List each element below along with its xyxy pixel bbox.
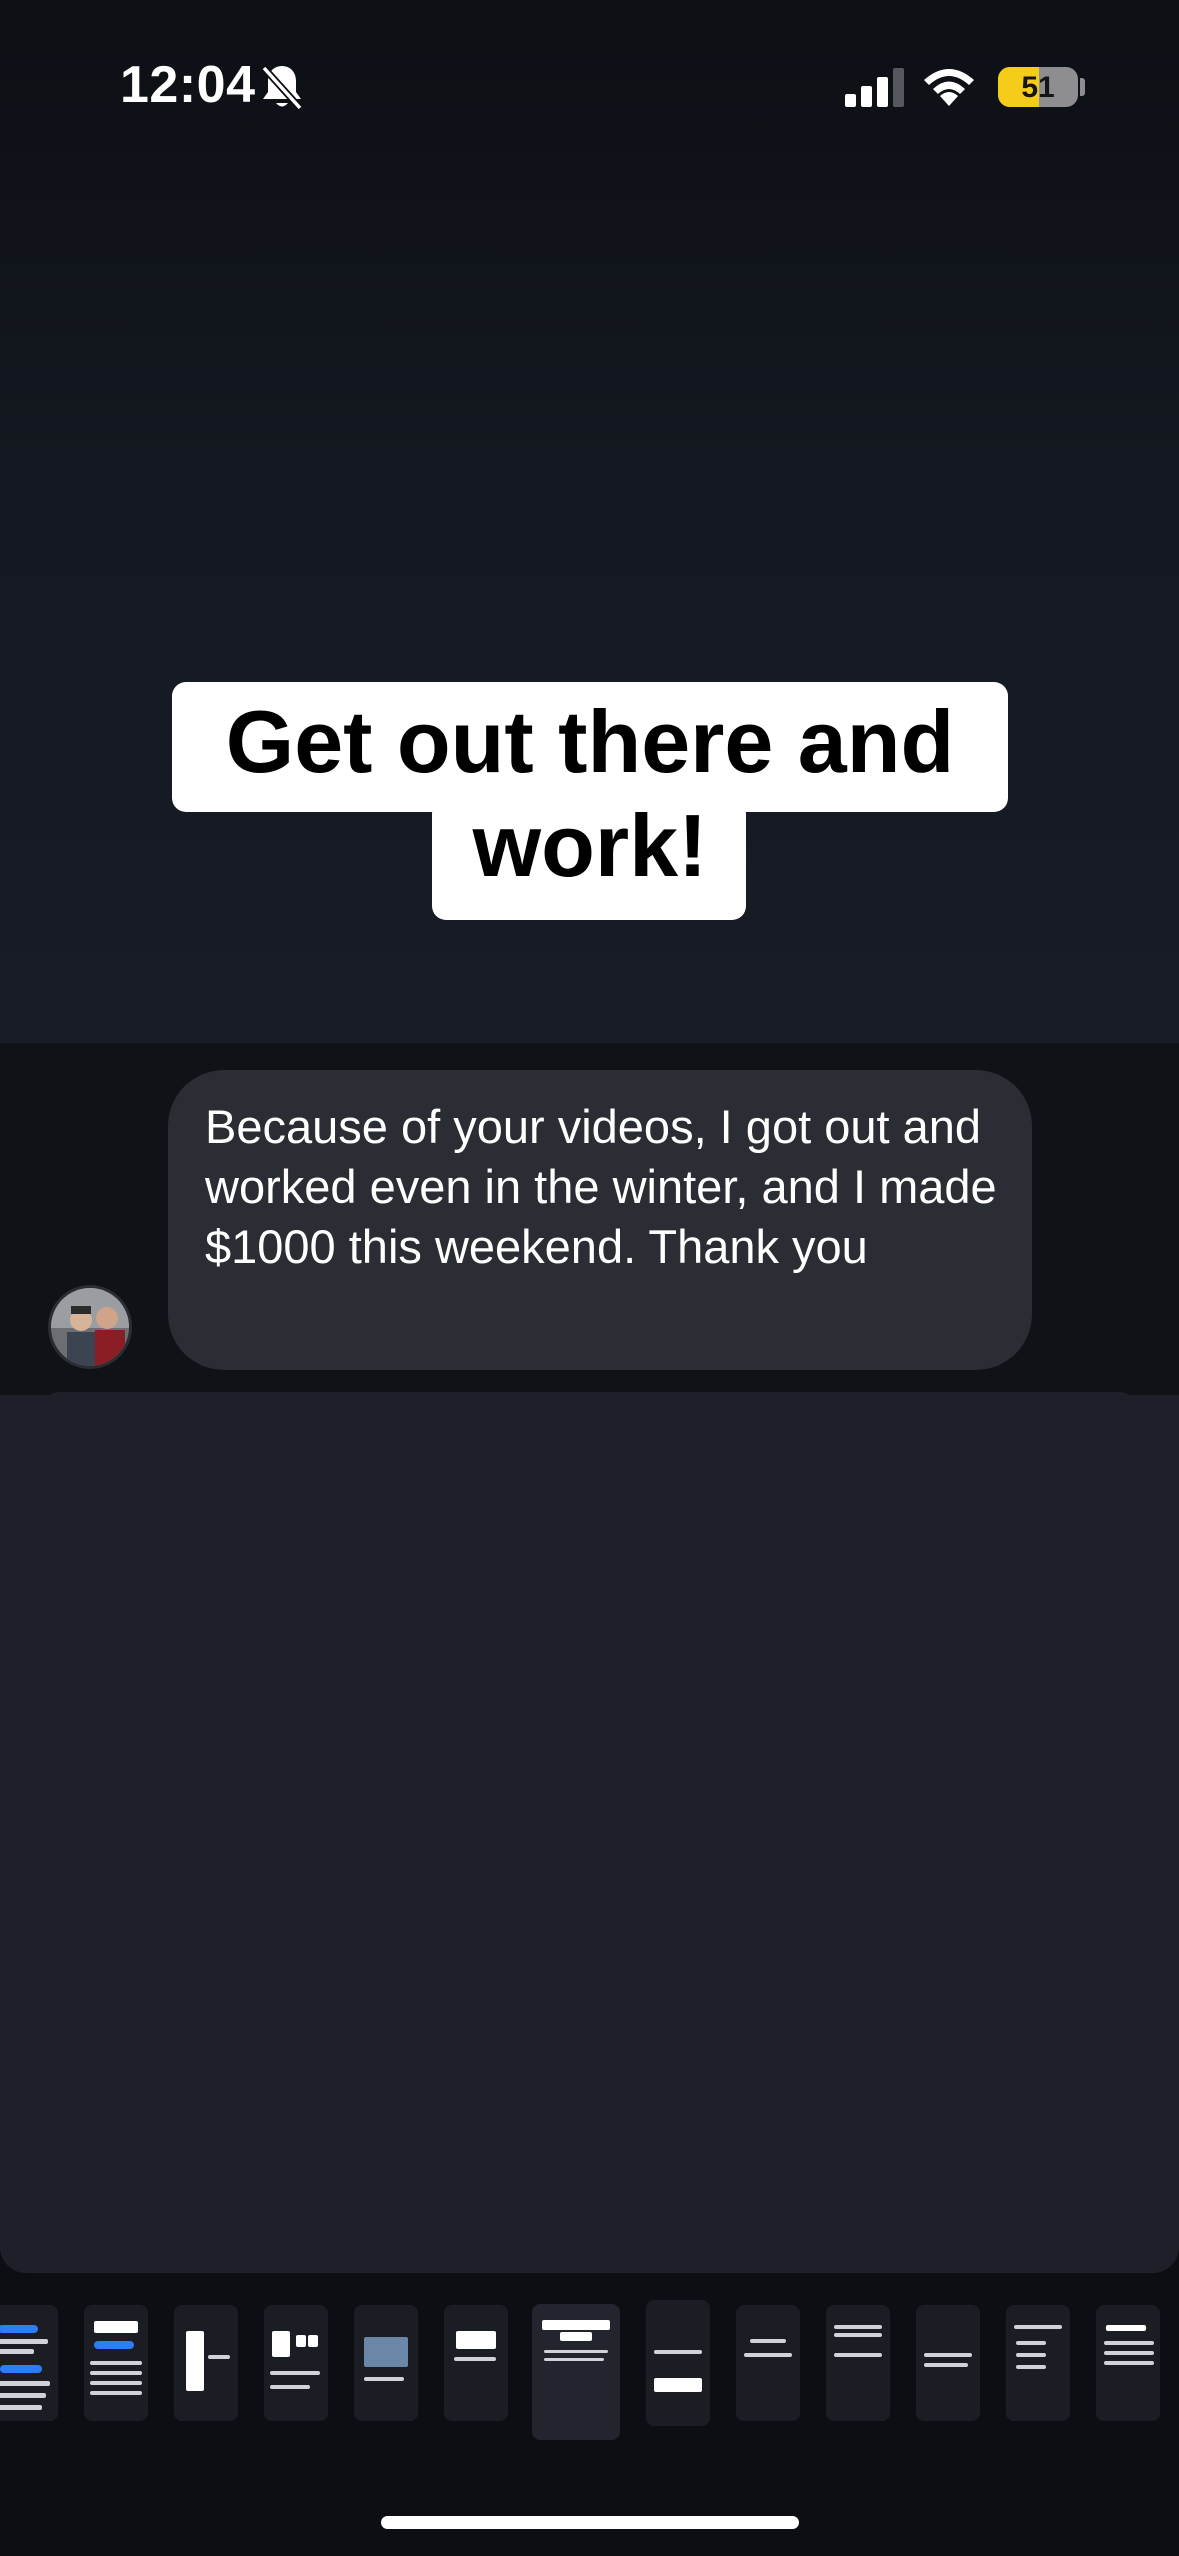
story-thumbnail[interactable] — [736, 2305, 800, 2421]
story-thumbnail[interactable] — [0, 2305, 58, 2421]
story-thumbnail[interactable] — [1096, 2305, 1160, 2421]
story-thumbnail[interactable] — [1006, 2305, 1070, 2421]
story-thumbnail[interactable] — [444, 2305, 508, 2421]
story-thumbnail[interactable] — [354, 2305, 418, 2421]
story-thumbnail[interactable] — [826, 2305, 890, 2421]
story-thumbnail[interactable] — [84, 2305, 148, 2421]
story-thumbnail[interactable] — [646, 2300, 710, 2426]
cellular-signal-icon — [845, 68, 904, 107]
bell-slash-icon — [261, 65, 303, 111]
home-indicator[interactable] — [381, 2516, 799, 2529]
user-avatar[interactable] — [48, 1285, 132, 1369]
story-thumbnail[interactable] — [264, 2305, 328, 2421]
battery-percent: 51 — [1021, 71, 1055, 104]
battery-nub — [1080, 78, 1085, 96]
battery-icon: 51 — [998, 67, 1078, 107]
wifi-icon — [924, 69, 974, 106]
story-thumbnail[interactable] — [174, 2305, 238, 2421]
status-time: 12:04 — [120, 56, 256, 114]
story-thumbnail-selected[interactable] — [532, 2304, 620, 2440]
content-panel[interactable] — [0, 1395, 1179, 2273]
headline-caption: Get out there and work! — [225, 692, 955, 895]
story-thumbnail[interactable] — [916, 2305, 980, 2421]
comment-text: Because of your videos, I got out and wo… — [205, 1100, 997, 1273]
